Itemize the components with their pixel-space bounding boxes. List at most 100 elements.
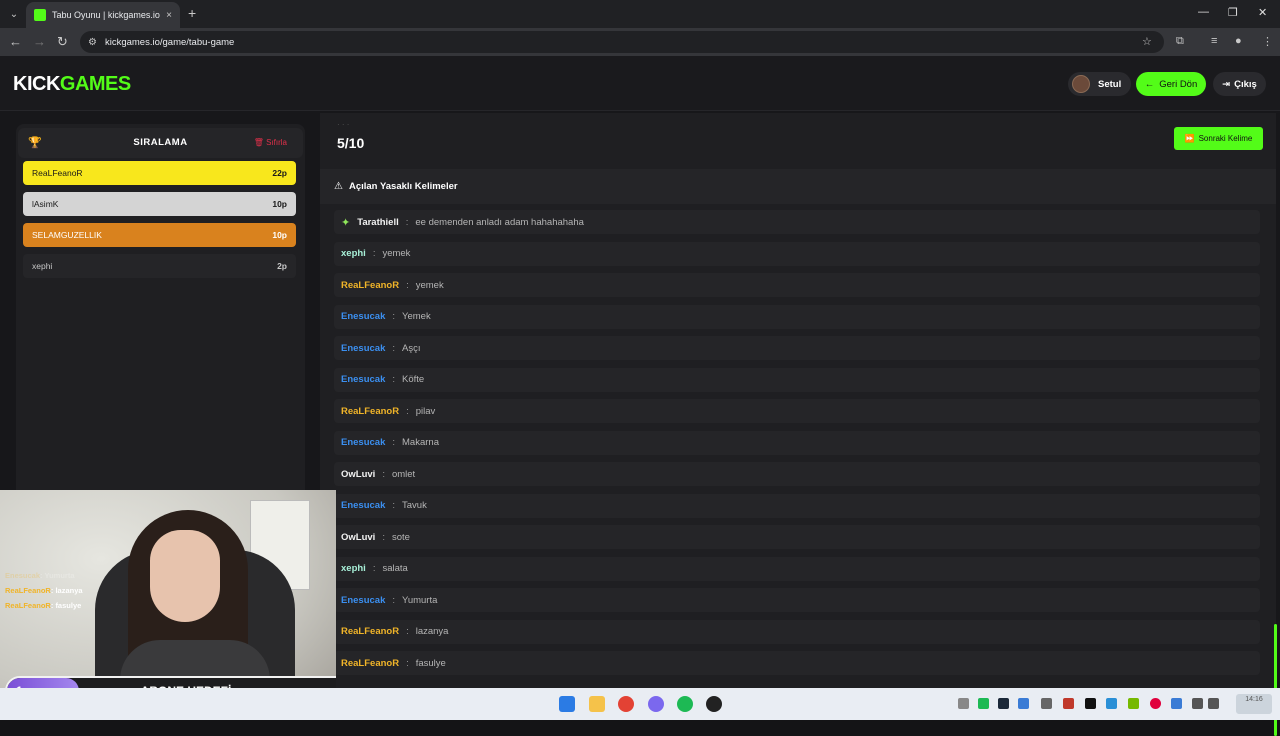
chat-text: pilav <box>415 405 436 417</box>
profile-icon[interactable]: ● <box>1235 35 1242 47</box>
taskbar-clock[interactable]: 14:16 <box>1236 694 1272 714</box>
browser-tab[interactable]: Tabu Oyunu | kickgames.io × <box>26 2 180 28</box>
word-dots: · · · <box>337 120 350 129</box>
chat-username[interactable]: ReaLFeanoR <box>341 658 399 669</box>
tray-record-icon[interactable] <box>1150 698 1161 709</box>
chat-message: ✦ Tarathiell: ee demenden anladı adam haha… <box>334 210 1260 234</box>
chat-separator: : <box>392 342 396 354</box>
chat-message: Enesucak: Köfte <box>334 367 1260 392</box>
player-score: 2p <box>277 261 287 271</box>
forbidden-words-header[interactable]: ⚠ Açılan Yasaklı Kelimeler <box>320 169 1276 204</box>
chrome-icon[interactable] <box>618 696 634 712</box>
back-arrow-icon[interactable]: ← <box>9 34 22 49</box>
chat-message: Enesucak: Yumurta <box>334 588 1260 612</box>
chat-message: Enesucak: Yemek <box>334 304 1260 329</box>
tray-app3-icon[interactable] <box>1106 698 1117 709</box>
back-button[interactable]: ← Geri Dön <box>1136 72 1206 96</box>
user-profile-chip[interactable]: Setul <box>1068 72 1132 96</box>
chat-separator: : <box>382 468 385 480</box>
spotify-icon[interactable] <box>677 696 693 712</box>
tray-gamepad-icon[interactable] <box>1041 698 1052 709</box>
chat-message: xephi: yemek <box>334 241 1260 266</box>
tray-spotify-icon[interactable] <box>978 698 989 709</box>
forward-arrow-icon[interactable]: → <box>33 34 46 49</box>
tray-steam-icon[interactable] <box>998 698 1009 709</box>
chat-message: OwLuvi: sote <box>334 525 1260 549</box>
chat-separator: : <box>406 405 409 417</box>
chat-username[interactable]: Tarathiell <box>357 217 399 228</box>
tray-volume-icon[interactable] <box>1208 698 1219 709</box>
new-tab-button[interactable]: + <box>188 5 196 21</box>
forbidden-words-label: Açılan Yasaklı Kelimeler <box>348 181 458 192</box>
chat-separator: : <box>406 626 409 637</box>
tray-app-icon[interactable] <box>1018 698 1029 709</box>
reading-list-icon[interactable]: ≡ <box>1211 35 1217 47</box>
chat-separator: : <box>406 279 409 291</box>
chat-username[interactable]: xephi <box>341 563 366 574</box>
chat-text: ee demenden anladı adam hahahahaha <box>415 216 584 228</box>
overlay-chat-user: ReaLFeanoR <box>5 586 51 595</box>
overlay-chat-text: lazanya <box>55 586 83 595</box>
leaderboard-row: lAsimK 10p <box>23 192 296 216</box>
chat-username[interactable]: xephi <box>341 248 366 259</box>
chat-username[interactable]: Enesucak <box>341 595 385 606</box>
discord-icon[interactable] <box>648 696 664 712</box>
logout-button[interactable]: ⇥ Çıkış <box>1213 72 1266 96</box>
chat-separator: : <box>382 531 385 543</box>
site-header: KICKGAMES Setul ← Geri Dön ⇥ Çıkış <box>0 56 1280 111</box>
chat-username[interactable]: OwLuvi <box>341 532 375 543</box>
chat-username[interactable]: Enesucak <box>341 311 385 322</box>
restore-button[interactable]: ❐ <box>1228 6 1238 19</box>
player-name: SELAMGUZELLIK <box>32 230 102 240</box>
reload-icon[interactable]: ↻ <box>57 34 68 50</box>
chat-message: ReaLFeanoR: pilav <box>334 399 1260 423</box>
chat-username[interactable]: Enesucak <box>341 500 385 511</box>
tab-close-icon[interactable]: × <box>166 10 172 21</box>
chat-text: yemek <box>415 279 444 291</box>
chat-text: fasulye <box>415 657 446 669</box>
close-window-button[interactable]: ✕ <box>1258 6 1267 19</box>
chat-username[interactable]: ReaLFeanoR <box>341 406 399 417</box>
browser-menu-icon[interactable]: ⋮ <box>1262 35 1273 48</box>
tab-search-icon[interactable]: ⌄ <box>4 4 24 24</box>
chat-message: OwLuvi: omlet <box>334 462 1260 486</box>
chat-username[interactable]: Enesucak <box>341 343 385 354</box>
tray-valorant-icon[interactable] <box>1063 698 1074 709</box>
overlay-chat-text: fasulye <box>55 601 82 610</box>
address-bar[interactable]: ⚙ kickgames.io/game/tabu-game <box>80 31 1164 53</box>
obs-icon[interactable] <box>706 696 722 712</box>
chat-username[interactable]: ReaLFeanoR <box>341 280 399 291</box>
reset-button[interactable]: 🗑 Sıfırla <box>254 138 287 147</box>
site-info-icon[interactable]: ⚙ <box>88 37 97 48</box>
start-icon[interactable] <box>559 696 575 712</box>
chat-text: yemek <box>382 248 411 259</box>
chat-text: Makarna <box>402 437 439 448</box>
tray-app2-icon[interactable] <box>1085 698 1096 709</box>
tray-mic-icon[interactable] <box>1171 698 1182 709</box>
bookmark-star-icon[interactable]: ☆ <box>1142 35 1152 48</box>
player-name: xephi <box>32 261 53 271</box>
chat-separator: : <box>406 657 409 669</box>
chat-username[interactable]: Enesucak <box>341 374 385 385</box>
chat-username[interactable]: ReaLFeanoR <box>341 626 399 637</box>
minimize-button[interactable]: — <box>1198 6 1209 18</box>
tray-expand-icon[interactable] <box>958 698 969 709</box>
tray-nvidia-icon[interactable] <box>1128 698 1139 709</box>
chat-text: Aşçı <box>402 342 421 354</box>
tab-title: Tabu Oyunu | kickgames.io <box>52 10 160 20</box>
game-panel: · · · 5/10 ⏩ Sonraki Kelime ⚠ Açılan Yas… <box>320 113 1276 688</box>
windows-taskbar: 14:16 <box>0 688 1280 720</box>
overlay-chat-text: Yumurta <box>44 571 75 580</box>
chat-username[interactable]: OwLuvi <box>341 469 375 480</box>
chat-separator: : <box>372 248 376 259</box>
file-explorer-icon[interactable] <box>589 696 605 712</box>
arrow-left-icon: ← <box>1144 78 1155 90</box>
chat-username[interactable]: Enesucak <box>341 437 385 448</box>
player-score: 22p <box>272 168 287 178</box>
streamer-face <box>150 530 220 622</box>
chat-separator: : <box>392 374 396 385</box>
next-word-button[interactable]: ⏩ Sonraki Kelime <box>1174 127 1263 150</box>
tray-monitor-icon[interactable] <box>1192 698 1203 709</box>
extensions-icon[interactable]: ⧉ <box>1176 35 1184 48</box>
kickgames-logo[interactable]: KICKGAMES <box>13 73 131 96</box>
